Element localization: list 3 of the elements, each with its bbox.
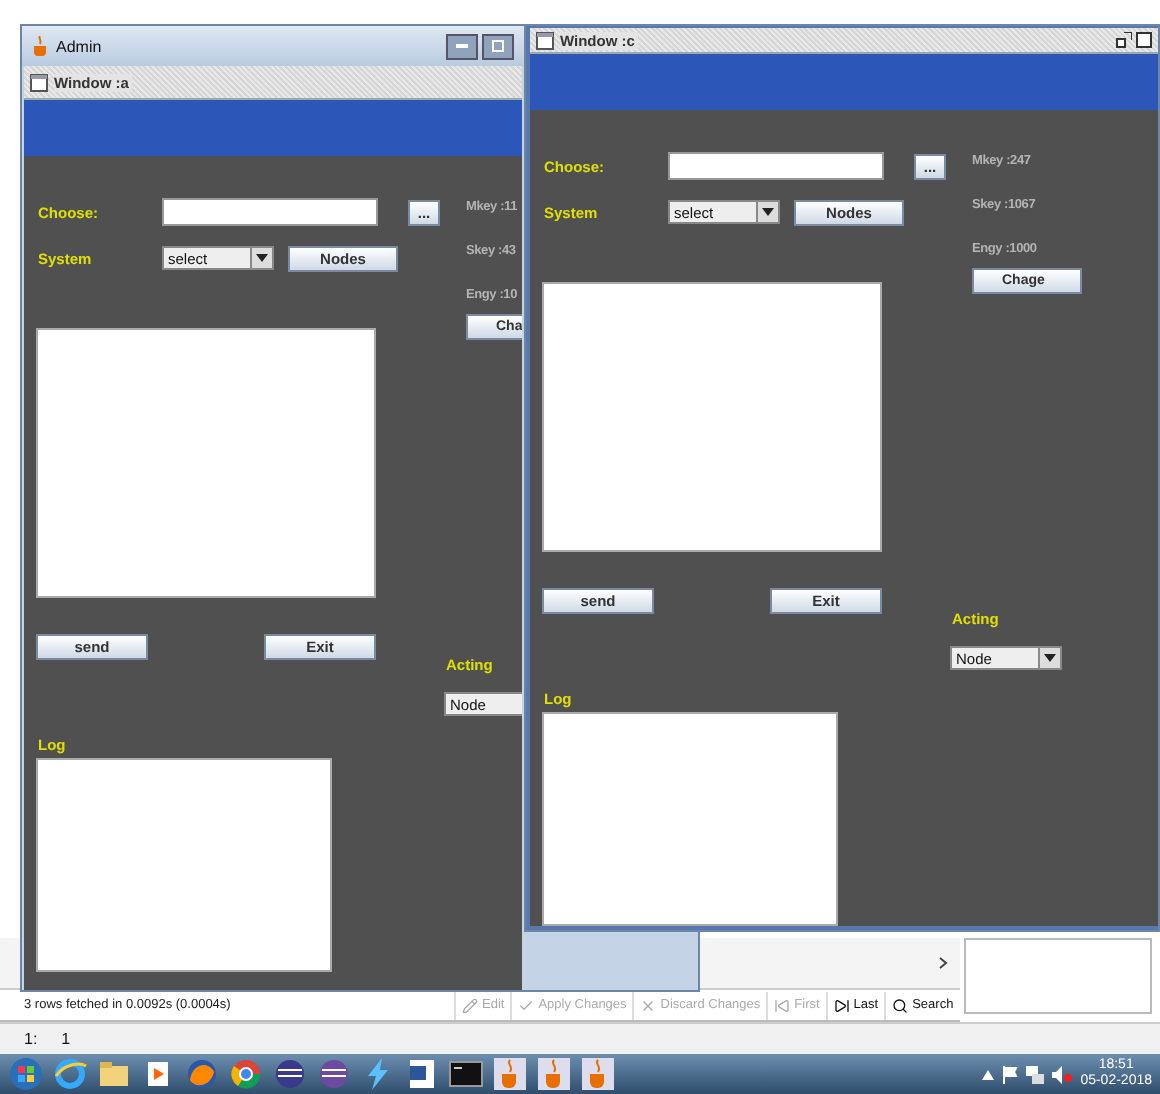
window-title: Admin (56, 37, 102, 55)
line-number: 1: (24, 1030, 38, 1048)
column-number: 1 (61, 1030, 71, 1048)
